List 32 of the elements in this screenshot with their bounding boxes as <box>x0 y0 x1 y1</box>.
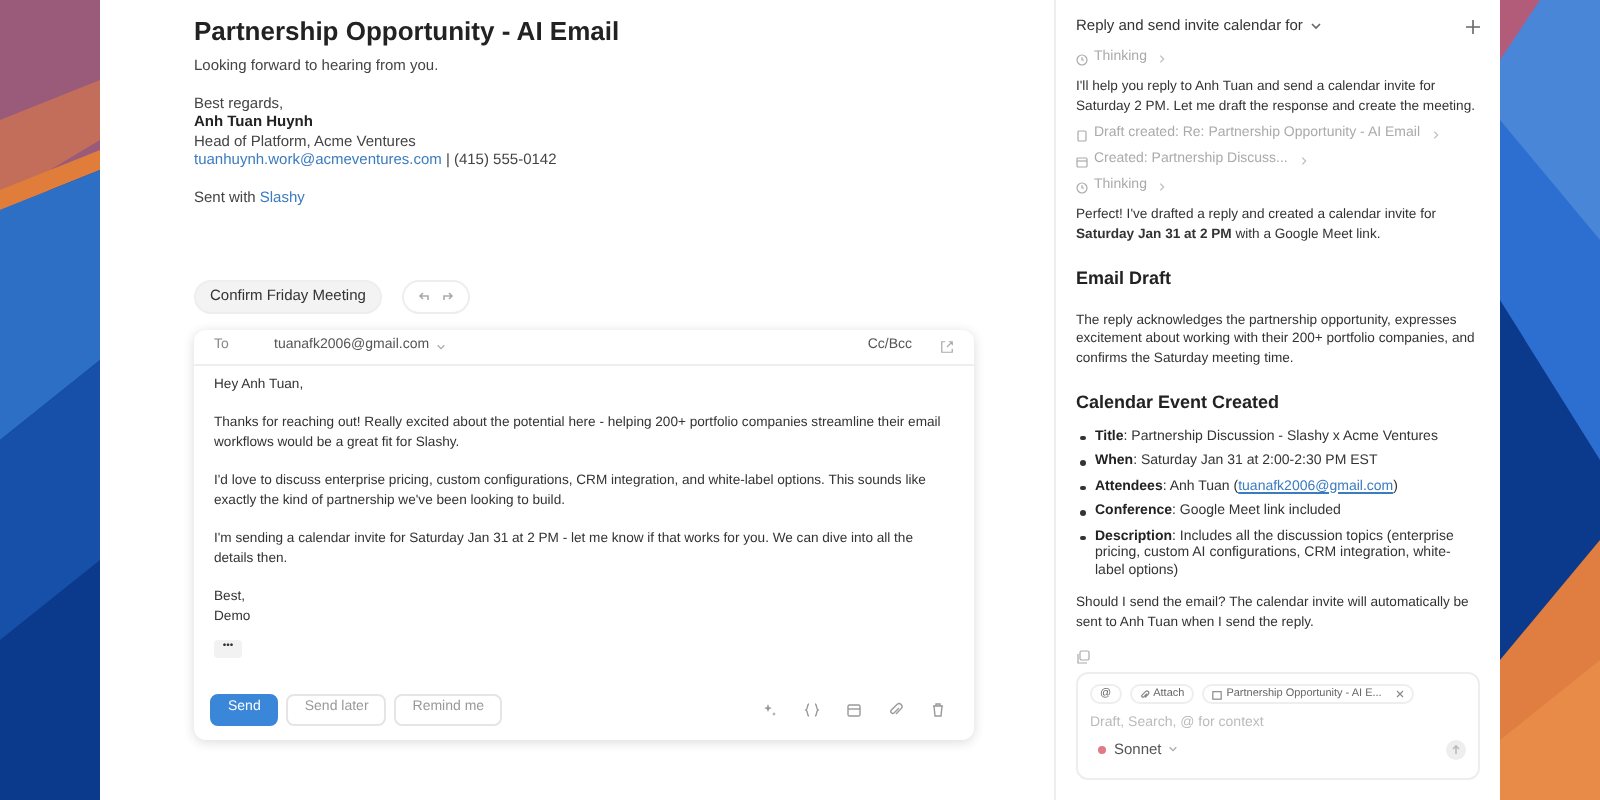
braces-icon[interactable] <box>804 701 820 717</box>
send-arrow-button[interactable] <box>1446 739 1466 760</box>
bullet-icon <box>1080 460 1085 465</box>
paperclip-icon <box>1139 689 1150 699</box>
email-subject: Partnership Opportunity - AI Email <box>194 14 622 50</box>
trash-icon[interactable] <box>930 701 946 717</box>
calendar-icon[interactable] <box>846 701 862 717</box>
sparkle-icon[interactable] <box>762 701 778 717</box>
clock-icon <box>1076 181 1088 193</box>
chevron-right-icon[interactable] <box>1299 156 1308 166</box>
chevron-right-icon[interactable] <box>1432 130 1441 140</box>
close-icon[interactable] <box>1395 690 1404 698</box>
plus-icon[interactable] <box>1466 19 1480 33</box>
chevron-down-icon[interactable] <box>1310 20 1323 32</box>
bullet-icon <box>1080 485 1085 490</box>
copy-icon[interactable] <box>1076 650 1090 664</box>
paperclip-icon[interactable] <box>888 701 904 717</box>
redo-icon[interactable] <box>439 288 456 304</box>
pop-out-icon[interactable] <box>940 339 954 353</box>
section-heading: Calendar Event Created <box>1076 390 1282 416</box>
section-heading: Email Draft <box>1076 266 1174 292</box>
bullet-icon <box>1080 435 1085 440</box>
arrow-up-icon <box>1450 743 1462 756</box>
clock-icon <box>1076 53 1088 65</box>
bullet-icon <box>1080 510 1085 515</box>
bullet-icon <box>1080 535 1085 540</box>
calendar-icon <box>1212 689 1223 699</box>
undo-icon[interactable] <box>415 288 432 304</box>
chevron-right-icon[interactable] <box>1158 54 1167 64</box>
chevron-right-icon[interactable] <box>1158 182 1167 192</box>
document-icon <box>1076 129 1088 141</box>
calendar-icon <box>1076 155 1088 167</box>
